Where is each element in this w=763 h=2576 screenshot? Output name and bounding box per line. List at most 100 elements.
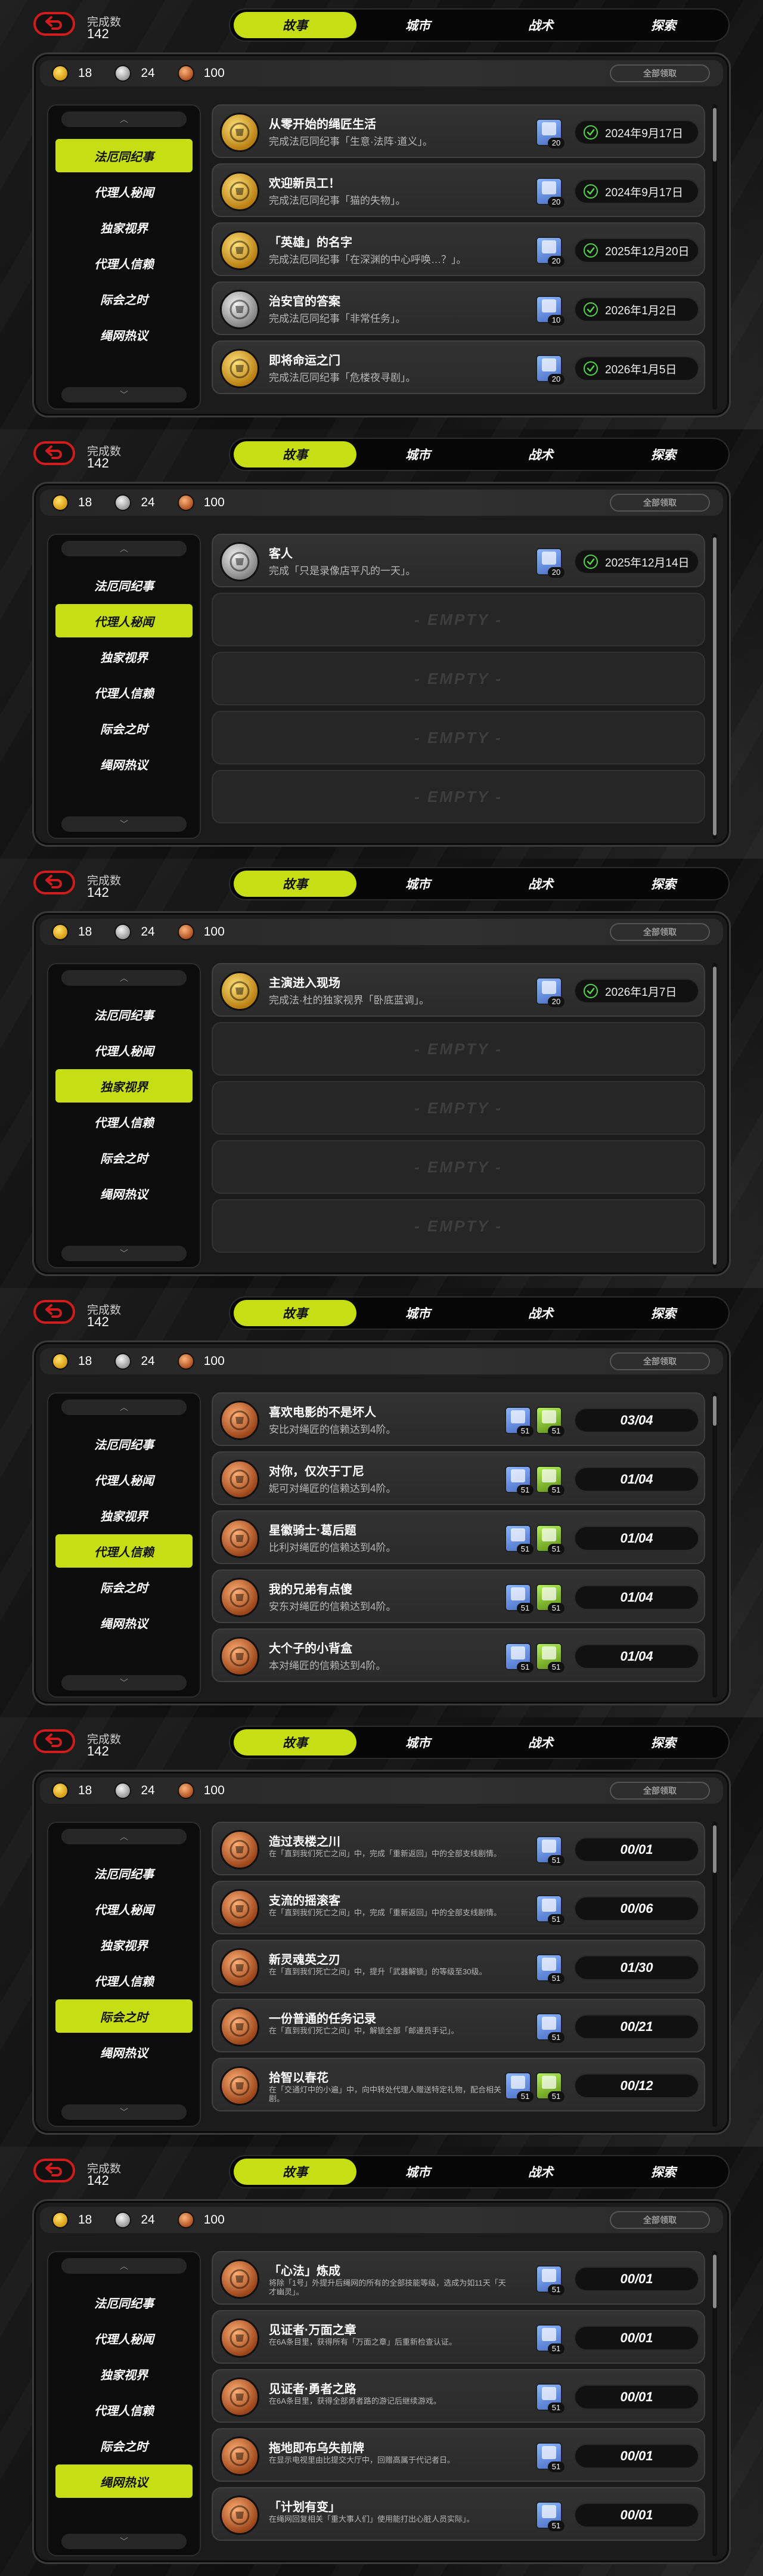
sidebar-item[interactable]: 独家视界 xyxy=(55,2357,193,2391)
tab-city[interactable]: 城市 xyxy=(356,441,479,467)
tab-city[interactable]: 城市 xyxy=(356,871,479,897)
sidebar-item[interactable]: 代理人信赖 xyxy=(55,2393,193,2426)
sidebar-item[interactable]: 际会之时 xyxy=(55,1570,193,1603)
scrollbar-thumb[interactable] xyxy=(713,967,717,1265)
sidebar-item[interactable]: 际会之时 xyxy=(55,282,193,315)
back-button[interactable] xyxy=(33,1300,75,1324)
achievement-card[interactable]: 治安官的答案 完成法厄同纪事「非常任务」。 10 2026年1月2日 xyxy=(212,281,705,335)
sidebar-item[interactable]: 际会之时 xyxy=(55,1141,193,1174)
tab-story[interactable]: 故事 xyxy=(234,1729,356,1755)
achievement-card[interactable]: 拾智以春花 在「交通灯中的小遍」中，向中转处代理人赠送特定礼物，配合相关剧。 51 5… xyxy=(212,2058,705,2111)
sidebar-item[interactable]: 法厄同纪事 xyxy=(55,2286,193,2319)
sidebar-item[interactable]: 代理人信赖 xyxy=(55,246,193,280)
tab-tactics[interactable]: 战术 xyxy=(479,2159,602,2185)
scrollbar-thumb[interactable] xyxy=(713,108,717,162)
achievement-card[interactable]: 即将命运之门 完成法厄同纪事「危楼夜寻剧」。 20 2026年1月5日 xyxy=(212,340,705,394)
claim-all-button[interactable]: 全部领取 xyxy=(610,2211,710,2229)
back-button[interactable] xyxy=(33,1729,75,1753)
sidebar-item[interactable]: 代理人信赖 xyxy=(55,1534,193,1568)
sidebar-item[interactable]: 代理人信赖 xyxy=(55,1964,193,1997)
list-scrollbar[interactable] xyxy=(712,104,717,410)
achievement-card[interactable]: 大个子的小背盒 本对绳匠的信赖达到4阶。 51 51 01/04 xyxy=(212,1628,705,1682)
scrollbar-thumb[interactable] xyxy=(713,1825,717,1873)
sidebar-item[interactable]: 法厄同纪事 xyxy=(55,998,193,1031)
sidebar-item[interactable]: 绳网热议 xyxy=(55,318,193,351)
sidebar-item[interactable]: 代理人秘闻 xyxy=(55,1033,193,1067)
sidebar-item[interactable]: 代理人秘闻 xyxy=(55,1463,193,1496)
achievement-card[interactable]: 一份普通的任务记录 在「直到我们死亡之间」中，解锁全部「邮递员手记」。 51 00/2… xyxy=(212,1999,705,2052)
scrollbar-thumb[interactable] xyxy=(713,1396,717,1426)
list-scrollbar[interactable] xyxy=(712,1392,717,1698)
tab-tactics[interactable]: 战术 xyxy=(479,441,602,467)
list-scrollbar[interactable] xyxy=(712,2251,717,2556)
achievement-card[interactable]: 星徽骑士·葛后题 比利对绳匠的信赖达到4阶。 51 51 01/04 xyxy=(212,1510,705,1564)
sidebar-item[interactable]: 法厄同纪事 xyxy=(55,139,193,172)
list-scrollbar[interactable] xyxy=(712,963,717,1268)
tab-explore[interactable]: 探索 xyxy=(602,2159,725,2185)
achievement-card[interactable]: 「心法」炼成 将除「1号」外提升后绳网的所有的全部技能等级，选成为如11天「天才幽… xyxy=(212,2251,705,2305)
list-scrollbar[interactable] xyxy=(712,1822,717,2127)
achievement-card[interactable]: 喜欢电影的不是坏人 安比对绳匠的信赖达到4阶。 51 51 03/04 xyxy=(212,1392,705,1446)
achievement-card[interactable]: 我的兄弟有点傻 安东对绳匠的信赖达到4阶。 51 51 01/04 xyxy=(212,1569,705,1623)
tab-story[interactable]: 故事 xyxy=(234,12,356,38)
achievement-card[interactable]: 见证者·万面之章 在6A条目里，获得所有「万面之章」后重新检查认证。 51 00/01 xyxy=(212,2310,705,2364)
achievement-card[interactable]: 从零开始的绳匠生活 完成法厄同纪事「生意·法阵·道义」。 20 2024年9月17日 xyxy=(212,104,705,158)
scroll-down-button[interactable]: ﹀ xyxy=(61,1675,187,1690)
sidebar-item[interactable]: 法厄同纪事 xyxy=(55,1427,193,1460)
scroll-up-button[interactable]: ︿ xyxy=(61,1400,187,1415)
back-button[interactable] xyxy=(33,12,75,36)
sidebar-item[interactable]: 绳网热议 xyxy=(55,1606,193,1639)
tab-city[interactable]: 城市 xyxy=(356,12,479,38)
back-button[interactable] xyxy=(33,441,75,465)
scrollbar-thumb[interactable] xyxy=(713,537,717,835)
scroll-up-button[interactable]: ︿ xyxy=(61,112,187,127)
sidebar-item[interactable]: 法厄同纪事 xyxy=(55,568,193,602)
claim-all-button[interactable]: 全部领取 xyxy=(610,1352,710,1370)
achievement-card[interactable]: 「计划有变」 在绳网回复相关「重大事人们」使用能打出心脏人员实际」。 51 00/01 xyxy=(212,2487,705,2541)
sidebar-item[interactable]: 绳网热议 xyxy=(55,2464,193,2498)
tab-explore[interactable]: 探索 xyxy=(602,12,725,38)
claim-all-button[interactable]: 全部领取 xyxy=(610,494,710,512)
sidebar-item[interactable]: 独家视界 xyxy=(55,1498,193,1532)
tab-explore[interactable]: 探索 xyxy=(602,1729,725,1755)
sidebar-item[interactable]: 际会之时 xyxy=(55,2429,193,2462)
achievement-card[interactable]: 拖地即布乌失前牌 在显示电视里由比提交大厅中，回赠高属于代记者日。 51 00/01 xyxy=(212,2428,705,2482)
sidebar-item[interactable]: 际会之时 xyxy=(55,711,193,745)
back-button[interactable] xyxy=(33,871,75,894)
scroll-down-button[interactable]: ﹀ xyxy=(61,387,187,402)
tab-city[interactable]: 城市 xyxy=(356,2159,479,2185)
sidebar-item[interactable]: 代理人信赖 xyxy=(55,676,193,709)
sidebar-item[interactable]: 独家视界 xyxy=(55,1069,193,1103)
achievement-card[interactable]: 新灵魂英之刃 在「直到我们死亡之间」中，提升「武器解锁」的等级至30级。 51 01/… xyxy=(212,1940,705,1993)
scroll-up-button[interactable]: ︿ xyxy=(61,1829,187,1844)
achievement-card[interactable]: 客人 完成「只是录像店平凡的一天」。 20 2025年12月14日 xyxy=(212,534,705,587)
tab-explore[interactable]: 探索 xyxy=(602,1300,725,1326)
tab-story[interactable]: 故事 xyxy=(234,871,356,897)
achievement-card[interactable]: 「英雄」的名字 完成法厄同纪事「在深渊的中心呼唤…？」。 20 2025年12月20日 xyxy=(212,222,705,276)
sidebar-item[interactable]: 独家视界 xyxy=(55,1928,193,1961)
sidebar-item[interactable]: 代理人秘闻 xyxy=(55,604,193,637)
sidebar-item[interactable]: 际会之时 xyxy=(55,1999,193,2033)
tab-city[interactable]: 城市 xyxy=(356,1300,479,1326)
tab-city[interactable]: 城市 xyxy=(356,1729,479,1755)
scroll-down-button[interactable]: ﹀ xyxy=(61,2534,187,2549)
achievement-card[interactable]: 主演进入现场 完成法·杜的独家视界「卧底蓝调」。 20 2026年1月7日 xyxy=(212,963,705,1017)
tab-story[interactable]: 故事 xyxy=(234,441,356,467)
tab-story[interactable]: 故事 xyxy=(234,1300,356,1326)
scroll-up-button[interactable]: ︿ xyxy=(61,541,187,556)
sidebar-item[interactable]: 法厄同纪事 xyxy=(55,1856,193,1890)
sidebar-item[interactable]: 代理人秘闻 xyxy=(55,2321,193,2355)
sidebar-item[interactable]: 代理人信赖 xyxy=(55,1105,193,1138)
achievement-card[interactable]: 见证者·勇者之路 在6A条目里，获得全部勇者路的游记后继续游戏。 51 00/01 xyxy=(212,2369,705,2423)
achievement-card[interactable]: 欢迎新员工！ 完成法厄同纪事「猫的失物」。 20 2024年9月17日 xyxy=(212,163,705,217)
sidebar-item[interactable]: 绳网热议 xyxy=(55,2035,193,2069)
scroll-down-button[interactable]: ﹀ xyxy=(61,1246,187,1261)
scroll-up-button[interactable]: ︿ xyxy=(61,970,187,986)
claim-all-button[interactable]: 全部领取 xyxy=(610,923,710,941)
sidebar-item[interactable]: 绳网热议 xyxy=(55,1176,193,1210)
tab-tactics[interactable]: 战术 xyxy=(479,1300,602,1326)
claim-all-button[interactable]: 全部领取 xyxy=(610,1782,710,1800)
sidebar-item[interactable]: 代理人秘闻 xyxy=(55,1892,193,1925)
tab-explore[interactable]: 探索 xyxy=(602,441,725,467)
tab-explore[interactable]: 探索 xyxy=(602,871,725,897)
